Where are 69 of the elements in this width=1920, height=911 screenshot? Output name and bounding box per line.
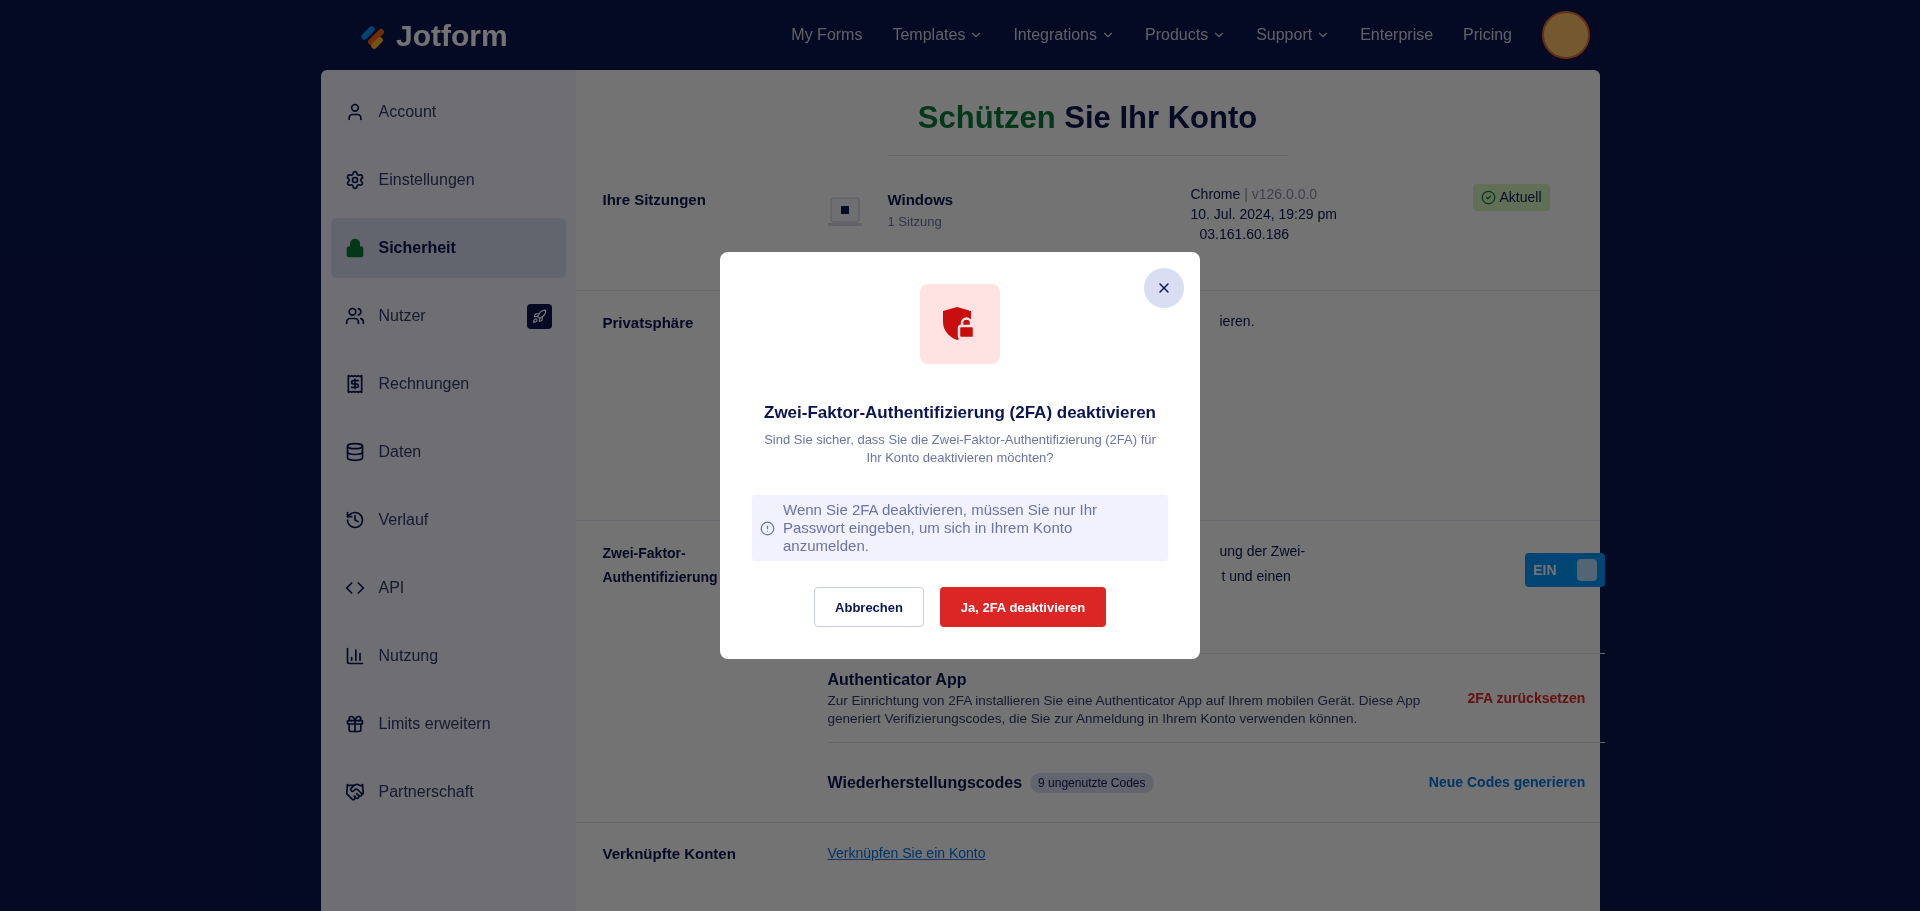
sidebar-item-label: API [378, 578, 406, 598]
connect-account-link[interactable]: Verknüpfen Sie ein Konto [827, 843, 986, 911]
session-os: Windows [887, 190, 955, 210]
sidebar-item[interactable]: Rechnungen [330, 354, 566, 414]
session-date: 10. Jul. 2024, 19:29 pm [1190, 205, 1338, 224]
close-button[interactable] [1144, 267, 1184, 308]
handshake-icon [344, 782, 365, 802]
method-action-link[interactable]: 2FA zurücksetzen [1467, 687, 1606, 709]
sidebar-item-label: Rechnungen [378, 374, 471, 394]
nav-link[interactable]: Enterprise [1360, 23, 1434, 47]
session-count: 1 Sitzung [887, 212, 943, 231]
sidebar-item[interactable]: Sicherheit [330, 218, 566, 278]
info-icon [760, 520, 775, 536]
method-title: Authenticator App [827, 670, 967, 690]
sidebar-item-label: Partnerschaft [378, 782, 475, 802]
sidebar-item[interactable]: Daten [330, 422, 566, 482]
ip-address: 03.161.60.186 [1198, 225, 1291, 244]
codes-count-badge: 9 ungenutzte Codes [1030, 772, 1154, 793]
gift-icon [344, 714, 365, 734]
description-text: ung der Zwei- [1219, 542, 1306, 561]
lock-icon [344, 238, 365, 258]
sidebar-item[interactable]: API [330, 558, 566, 618]
method-action-link[interactable]: Neue Codes generieren [1428, 772, 1606, 793]
section-label: Verknüpfte Konten [601, 844, 737, 864]
deactivate-button[interactable]: Ja, 2FA deaktivieren [940, 587, 1106, 628]
sidebar-item[interactable]: Verlauf [330, 490, 566, 550]
sidebar-item-label: Verlauf [378, 510, 430, 530]
notice-text: Wenn Sie 2FA deaktivieren, müssen Sie nur Ihr Passwort eingeben, um sich in Ihrem Konto anzumelden. [783, 501, 1099, 556]
sidebar-item-label: Nutzung [378, 646, 440, 666]
sidebar-item[interactable]: Nutzer [330, 286, 566, 346]
description-text: t und einen [1220, 567, 1291, 586]
nav-link[interactable]: Templates [892, 23, 984, 47]
sidebar-item-label: Daten [378, 442, 423, 462]
sidebar-item-label: Einstellungen [378, 170, 476, 190]
users-icon [344, 306, 365, 326]
check-circle-icon [1480, 190, 1496, 205]
section-label: Ihre Sitzungen [601, 190, 707, 210]
dialog-message: Sind Sie sicher, dass Sie die Zwei-Faktor-Authentifizierung (2FA) für Ihr Konto deaktivieren möchten? [763, 431, 1157, 468]
page-title: Schützen Sie Ihr Konto [917, 98, 1258, 137]
sidebar-item-label: Nutzer [378, 306, 427, 326]
method-description: Zur Einrichtung von 2FA installieren Sie eine Authenticator App auf Ihrem mobilen Gerät. Diese App generiert Verifizierungscodes, die Sie zur Anmeldung in Ihrem Konto verwenden können. [827, 692, 1422, 728]
nav-link[interactable]: Pricing [1463, 23, 1512, 47]
status-badge: Aktuell [1472, 184, 1550, 211]
privacy-text: ieren. [1219, 313, 1255, 329]
cancel-button[interactable]: Abbrechen [814, 587, 924, 628]
avatar[interactable] [1542, 11, 1590, 59]
chart-icon [344, 646, 365, 666]
dialog-title: Zwei-Faktor-Authentifizierung (2FA) deaktivieren [764, 401, 1156, 424]
sidebar-item-label: Sicherheit [378, 238, 457, 258]
history-icon [344, 510, 365, 530]
nav-link[interactable]: Support [1256, 23, 1331, 47]
sidebar-item[interactable]: Einstellungen [330, 150, 566, 210]
nav-link[interactable]: Products [1145, 23, 1227, 47]
sidebar-item[interactable]: Limits erweitern [330, 694, 566, 754]
gear-icon [344, 170, 365, 190]
sidebar-item[interactable]: Partnerschaft [330, 762, 566, 822]
sidebar-item[interactable]: Account [330, 82, 566, 142]
toggle-switch[interactable]: EIN [1525, 553, 1606, 587]
laptop-icon [827, 197, 862, 227]
sidebar-item-label: Limits erweitern [378, 714, 492, 734]
nav-link[interactable]: My Forms [791, 23, 863, 47]
section-label: Zwei-Faktor-Authentifizierung [602, 545, 718, 585]
logo-text[interactable]: Jotform [396, 12, 508, 58]
sidebar-item-label: Account [378, 102, 438, 122]
section-label: Privatsphäre [602, 314, 694, 331]
database-icon [344, 442, 365, 462]
nav-link[interactable]: Integrations [1013, 23, 1115, 47]
method-title: Wiederherstellungscodes [827, 772, 1023, 793]
sidebar-item[interactable]: Nutzung [330, 626, 566, 686]
